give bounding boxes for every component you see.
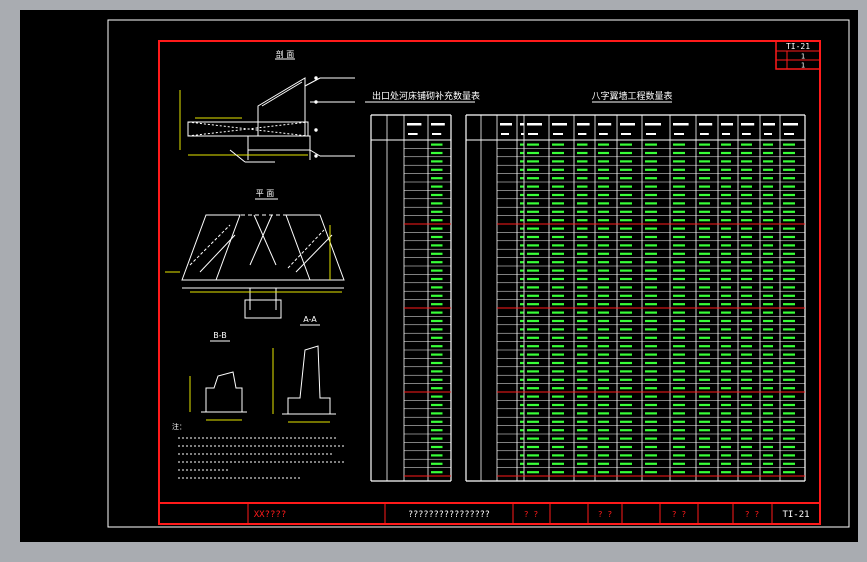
right-table-title: 八字翼墙工程数量表 xyxy=(591,90,672,102)
plan-title: 平 面 xyxy=(256,189,275,198)
notes: 注： xyxy=(172,422,346,479)
sheet-total: 1 xyxy=(801,62,805,70)
plan-view: 平 面 xyxy=(165,189,345,319)
top-title-box: TI-21 1 1 xyxy=(775,40,821,70)
title-label-3: ? ? xyxy=(672,510,687,519)
section-bb-title: B-B xyxy=(213,331,227,340)
section-bb: B-B xyxy=(189,331,247,421)
section-aa-title: A-A xyxy=(303,315,317,324)
org-name: XX???? xyxy=(254,510,287,520)
title-label-2: ? ? xyxy=(598,510,613,519)
bottom-title-bar: XX???? ???????????????? ? ? ? ? ? ? ? ? … xyxy=(247,503,810,524)
drawing-number-bottom: TI-21 xyxy=(782,510,809,520)
drawing-number-top: TI-21 xyxy=(786,42,810,51)
cad-drawing: TI-21 1 1 XX???? ???????????????? ? ? ? xyxy=(107,19,850,528)
left-table-title: 出口处河床铺砌补充数量表 xyxy=(372,90,480,102)
elevation-section: 剖 面 xyxy=(179,49,355,163)
sheet-number: 1 xyxy=(801,53,805,61)
title-label-4: ? ? xyxy=(745,510,760,519)
right-quantity-table xyxy=(465,114,806,482)
title-label-1: ? ? xyxy=(524,510,539,519)
notes-label: 注： xyxy=(172,422,186,431)
drawing-name: ???????????????? xyxy=(408,510,490,520)
elevation-title: 剖 面 xyxy=(276,49,295,59)
left-quantity-table xyxy=(370,114,452,482)
section-aa: A-A xyxy=(272,315,336,423)
drawing-canvas[interactable]: TI-21 1 1 XX???? ???????????????? ? ? ? xyxy=(20,10,858,542)
cad-viewport[interactable]: TI-21 1 1 XX???? ???????????????? ? ? ? xyxy=(0,0,867,562)
